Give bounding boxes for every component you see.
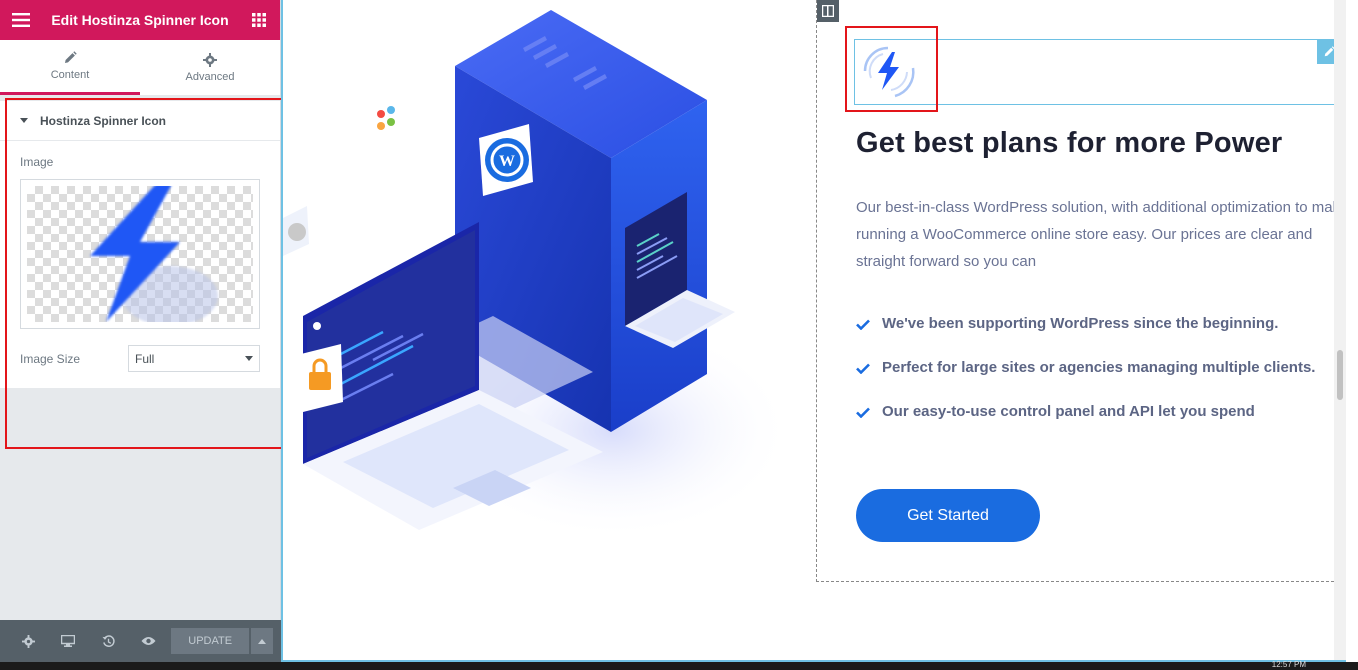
feature-text: Our easy-to-use control panel and API le… (882, 403, 1255, 420)
check-icon (856, 363, 870, 375)
image-picker[interactable] (20, 179, 260, 329)
check-icon (856, 319, 870, 331)
lightning-bolt-icon (90, 186, 218, 322)
spinner-lightning-icon (863, 46, 915, 98)
lock-badge-icon (293, 344, 343, 414)
tab-advanced-label: Advanced (185, 70, 235, 83)
section-spinner-icon: Hostinza Spinner Icon Image Image Size F… (0, 101, 280, 388)
caret-down-icon (20, 118, 28, 123)
tab-content-label: Content (50, 69, 90, 81)
panel-header: Edit Hostinza Spinner Icon (0, 0, 280, 40)
preview-scrollbar[interactable] (1334, 0, 1346, 660)
get-started-button[interactable]: Get Started (856, 489, 1040, 542)
column-icon (822, 5, 834, 17)
section-heading: Get best plans for more Power (856, 127, 1283, 159)
panel-title: Edit Hostinza Spinner Icon (51, 12, 229, 28)
os-taskbar: 12:57 PM (0, 660, 1358, 670)
panel-tabs: Content Advanced (0, 40, 280, 95)
elementor-panel: Edit Hostinza Spinner Icon Content Advan… (0, 0, 290, 670)
list-item: Perfect for large sites or agencies mana… (856, 354, 1326, 383)
responsive-desktop-icon[interactable] (48, 635, 88, 647)
panel-footer: UPDATE (0, 620, 281, 662)
save-options-button[interactable] (251, 628, 274, 654)
image-label: Image (20, 155, 54, 169)
image-preview (27, 186, 253, 322)
tab-content[interactable]: Content (0, 40, 140, 95)
app-root: Edit Hostinza Spinner Icon Content Advan… (0, 0, 1358, 670)
feature-list: We've been supporting WordPress since th… (856, 310, 1326, 442)
history-icon[interactable] (88, 634, 128, 648)
menu-icon[interactable] (12, 11, 30, 29)
image-size-select[interactable]: Full (128, 345, 260, 372)
spinner-widget-outline[interactable] (854, 39, 1342, 105)
chevron-down-icon (245, 356, 253, 361)
feature-text: Perfect for large sites or agencies mana… (882, 359, 1316, 376)
intro-paragraph: Our best-in-class WordPress solution, wi… (856, 199, 1346, 270)
section-title: Hostinza Spinner Icon (40, 113, 167, 128)
section-toggle[interactable]: Hostinza Spinner Icon (0, 101, 280, 141)
scrollbar-thumb[interactable] (1337, 350, 1343, 400)
image-size-value: Full (135, 351, 155, 366)
preview-canvas: W Get best plans for more Power Our best… (281, 0, 1346, 662)
list-item: We've been supporting WordPress since th… (856, 310, 1326, 339)
settings-icon[interactable] (8, 634, 48, 648)
gear-icon (203, 52, 217, 67)
content-column: Get best plans for more Power Our best-i… (816, 0, 1346, 582)
tab-advanced[interactable]: Advanced (140, 40, 280, 95)
update-button[interactable]: UPDATE (170, 628, 250, 654)
feature-text: We've been supporting WordPress since th… (882, 315, 1279, 332)
check-icon (856, 407, 870, 419)
image-size-row: Image Size Full (20, 345, 260, 372)
column-handle[interactable] (817, 0, 839, 22)
widgets-grid-icon[interactable] (250, 11, 268, 29)
svg-text:W: W (499, 153, 515, 170)
pencil-icon (65, 51, 77, 63)
section-content: Image Image Size Full (0, 141, 280, 388)
image-size-label: Image Size (20, 351, 81, 366)
panel-body: Hostinza Spinner Icon Image Image Size F… (0, 95, 280, 620)
joomla-badge-icon (363, 90, 405, 144)
hosting-illustration: W (283, 10, 793, 540)
chevron-up-icon (258, 638, 267, 644)
preview-eye-icon[interactable] (129, 636, 169, 646)
taskbar-clock: 12:57 PM (1271, 660, 1306, 669)
list-item: Our easy-to-use control panel and API le… (856, 398, 1326, 427)
